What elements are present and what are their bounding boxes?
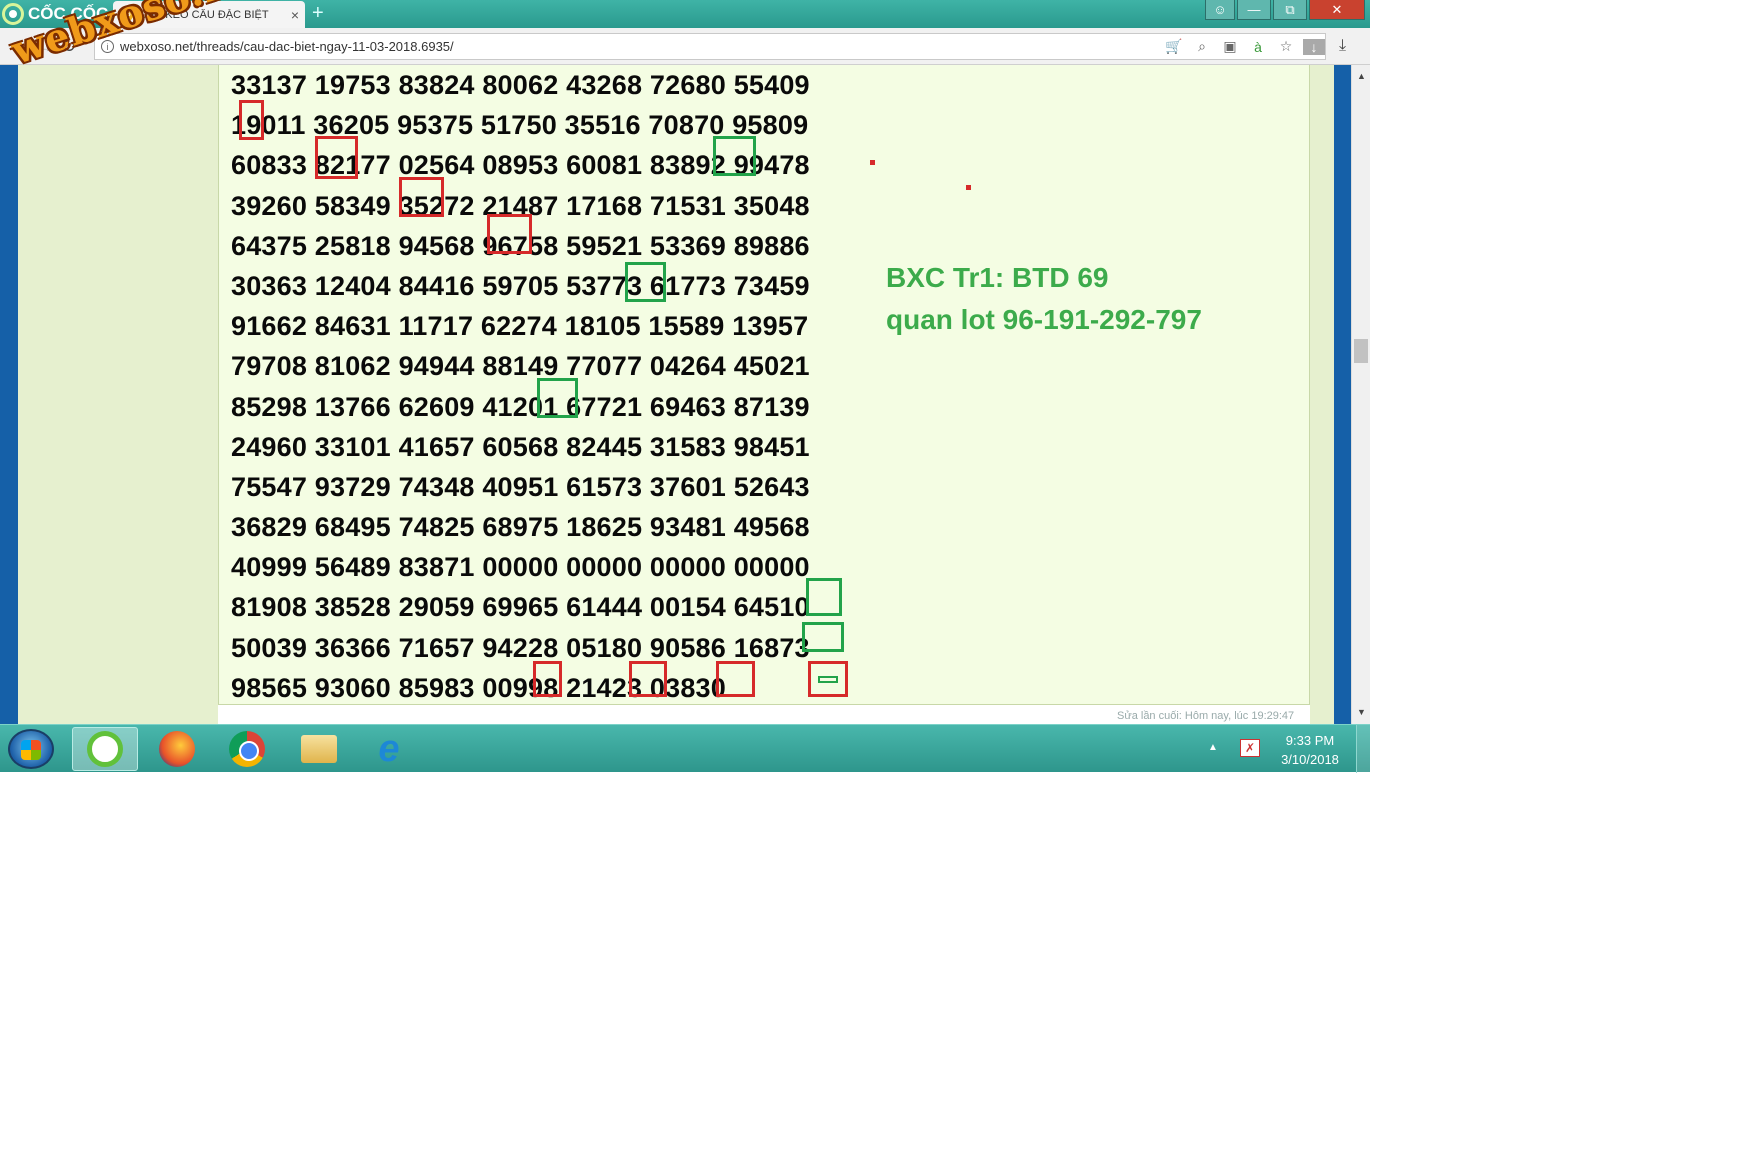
page-viewport: 33137 19753 83824 80062 43268 72680 5540… [0, 65, 1370, 724]
last-edited-text: Sửa lần cuối: Hôm nay, lúc 19:29:47 [1117, 710, 1295, 722]
red-highlight-box [808, 661, 848, 697]
system-clock[interactable]: 9:33 PM 3/10/2018 [1270, 731, 1350, 769]
windows-logo-icon [21, 740, 41, 760]
number-row: 33137 19753 83824 80062 43268 72680 5540… [231, 70, 810, 100]
clock-time: 9:33 PM [1285, 733, 1335, 748]
folder-icon [301, 735, 337, 763]
red-highlight-box [716, 661, 755, 697]
shopping-cart-icon[interactable]: 🛒 [1163, 38, 1185, 55]
minimize-button[interactable]: — [1237, 0, 1271, 20]
page-left-border [0, 65, 18, 724]
number-row: 91662 84631 11717 62274 18105 15589 1395… [231, 311, 809, 342]
firefox-icon [159, 731, 195, 767]
internet-explorer-icon: e [378, 728, 400, 770]
red-highlight-box [629, 661, 667, 697]
bookmark-star-icon[interactable]: ☆ [1275, 38, 1297, 55]
new-tab-button[interactable]: + [312, 2, 324, 25]
number-row: 30363 12404 84416 59705 53773 61773 7345… [231, 270, 810, 301]
green-highlight-box [537, 378, 578, 418]
zoom-icon[interactable]: ⌕ [1191, 38, 1213, 55]
taskbar-chrome[interactable] [214, 727, 280, 771]
chrome-icon [229, 731, 265, 767]
red-highlight-box [487, 214, 532, 254]
scroll-thumb[interactable] [1354, 339, 1368, 363]
page-right-border [1334, 65, 1351, 724]
number-row: 85298 13766 62609 41201 67721 69463 8713… [231, 391, 810, 422]
note-line: quan lot 96-191-292-797 [886, 304, 1202, 335]
red-highlight-box [533, 661, 562, 697]
prediction-note: BXC Tr1: BTD 69 quan lot 96-191-292-797 [886, 257, 1202, 341]
number-row: 81908 38528 29059 69965 61444 00154 6451… [231, 592, 810, 623]
red-dot-mark [966, 185, 971, 190]
number-row: 79708 81062 94944 88149 77077 04264 4502… [231, 351, 810, 382]
start-button[interactable] [8, 729, 54, 769]
red-highlight-box [399, 177, 444, 217]
coccoc-icon [87, 731, 123, 767]
coccoc-logo-icon [2, 3, 24, 25]
forum-right-column [1310, 65, 1334, 724]
taskbar-internet-explorer[interactable]: e [356, 727, 422, 771]
address-bar[interactable]: i webxoso.net/threads/cau-dac-biet-ngay-… [94, 33, 1326, 60]
red-highlight-box [315, 136, 358, 179]
url-text[interactable]: webxoso.net/threads/cau-dac-biet-ngay-11… [120, 39, 454, 54]
taskbar-firefox[interactable] [144, 727, 210, 771]
green-highlight-box [625, 262, 666, 302]
windows-taskbar: e ▲ ✗ 9:33 PM 3/10/2018 [0, 724, 1370, 773]
red-highlight-box [239, 100, 264, 140]
download-arrow-icon[interactable]: ↓ [1303, 38, 1325, 55]
green-highlight-box [806, 578, 842, 616]
navigation-bar: ← → ↻ i webxoso.net/threads/cau-dac-biet… [0, 28, 1370, 65]
clock-date: 3/10/2018 [1281, 752, 1339, 767]
action-center-flag-icon[interactable]: ✗ [1240, 739, 1260, 757]
tab-close-icon[interactable]: × [291, 7, 299, 23]
restore-button[interactable]: ⧉ [1273, 0, 1307, 20]
scroll-up-arrow-icon[interactable]: ▲ [1357, 71, 1366, 81]
green-highlight-box [713, 136, 756, 176]
forum-post: 33137 19753 83824 80062 43268 72680 5540… [218, 65, 1310, 705]
vertical-scrollbar[interactable]: ▲ ▼ [1351, 65, 1370, 724]
green-highlight-box [802, 622, 844, 652]
minus-icon [818, 675, 838, 683]
red-dot-mark [870, 160, 875, 165]
user-icon[interactable]: ☺ [1205, 0, 1235, 20]
taskbar-coccoc[interactable] [72, 727, 138, 771]
number-row: 24960 33101 41657 60568 82445 31583 9845… [231, 431, 810, 462]
close-window-button[interactable]: ✕ [1309, 0, 1365, 20]
number-row: 36829 68495 74825 68975 18625 93481 4956… [231, 512, 810, 543]
number-row: 75547 93729 74348 40951 61573 37601 5264… [231, 471, 810, 502]
translate-icon[interactable]: ▣ [1219, 38, 1241, 55]
number-row: 40999 56489 83871 00000 00000 00000 0000… [231, 552, 810, 583]
forum-left-column [18, 65, 218, 724]
taskbar-file-explorer[interactable] [286, 727, 352, 771]
scroll-down-arrow-icon[interactable]: ▼ [1357, 707, 1366, 717]
downloads-icon[interactable]: ⤓ [1339, 37, 1346, 55]
show-hidden-icons-arrow-icon[interactable]: ▲ [1208, 742, 1218, 753]
show-desktop-button[interactable] [1356, 725, 1370, 773]
dictionary-icon[interactable]: à [1247, 39, 1269, 55]
window-controls: ☺ — ⧉ ✕ [1205, 0, 1365, 20]
note-line: BXC Tr1: BTD 69 [886, 262, 1109, 293]
